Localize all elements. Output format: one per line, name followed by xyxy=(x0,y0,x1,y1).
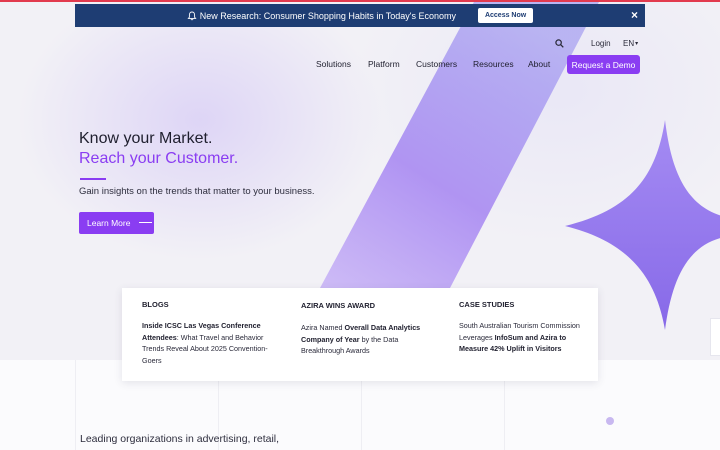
search-icon xyxy=(555,38,564,48)
request-demo-button[interactable]: Request a Demo xyxy=(567,55,640,74)
nav-customers[interactable]: Customers xyxy=(416,59,457,69)
nav-platform[interactable]: Platform xyxy=(368,59,400,69)
edge-panel xyxy=(710,318,720,356)
nav-about[interactable]: About xyxy=(528,59,550,69)
close-icon[interactable]: × xyxy=(631,8,638,22)
blog-link[interactable]: Inside ICSC Las Vegas Conference Attende… xyxy=(142,320,274,366)
hero-title-line2: Reach your Customer. xyxy=(79,150,239,167)
learn-more-label: Learn More xyxy=(87,218,131,228)
nav-solutions[interactable]: Solutions xyxy=(316,59,351,69)
access-now-button[interactable]: Access Now xyxy=(477,8,534,23)
highlights-card: BLOGS Inside ICSC Las Vegas Conference A… xyxy=(122,288,598,381)
login-link[interactable]: Login xyxy=(591,37,611,49)
hero-subtitle: Gain insights on the trends that matter … xyxy=(79,186,315,197)
top-accent-line xyxy=(0,0,720,2)
learn-more-button[interactable]: Learn More xyxy=(79,212,154,234)
hero-divider xyxy=(80,178,106,180)
award-pre: Azira Named xyxy=(301,323,345,332)
bell-icon xyxy=(187,11,197,20)
leading-orgs-text: Leading organizations in advertising, re… xyxy=(80,433,280,445)
award-link[interactable]: Azira Named Overall Data Analytics Compa… xyxy=(301,322,431,357)
nav-resources[interactable]: Resources xyxy=(473,59,514,69)
case-studies-heading: CASE STUDIES xyxy=(459,300,515,309)
grid-line xyxy=(75,360,76,450)
award-heading: AZIRA WINS AWARD xyxy=(301,301,376,310)
arrow-line-icon xyxy=(139,222,152,223)
case-study-link[interactable]: South Australian Tourism Commission Leve… xyxy=(459,320,585,355)
decorative-dot xyxy=(606,417,614,425)
hero-title-line1: Know your Market. xyxy=(79,130,213,147)
search-button[interactable] xyxy=(555,37,565,49)
announcement-banner: New Research: Consumer Shopping Habits i… xyxy=(75,4,645,27)
blogs-heading: BLOGS xyxy=(142,300,169,309)
banner-text: New Research: Consumer Shopping Habits i… xyxy=(199,10,456,21)
language-selector[interactable]: EN ▾ xyxy=(623,37,638,49)
language-label: EN xyxy=(623,38,635,48)
chevron-down-icon: ▾ xyxy=(635,40,639,47)
